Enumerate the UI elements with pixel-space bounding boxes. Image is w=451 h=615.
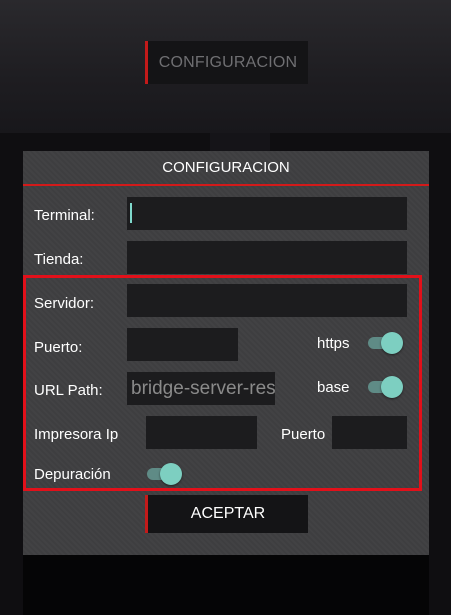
depuracion-toggle-thumb [160, 463, 182, 485]
impresora-puerto-input[interactable] [332, 416, 407, 449]
impresora-puerto-label: Puerto [281, 426, 326, 443]
https-toggle[interactable] [368, 331, 404, 355]
depuracion-toggle[interactable] [147, 462, 183, 486]
url-path-input[interactable]: bridge-server-res [127, 372, 275, 405]
tienda-label: Tienda: [34, 251, 84, 268]
depuracion-label: Depuración [34, 466, 111, 483]
puerto-label: Puerto: [34, 339, 83, 356]
configuracion-button[interactable]: CONFIGURACION [145, 41, 308, 84]
overlay-shadow [210, 133, 270, 153]
text-caret [130, 203, 132, 223]
base-toggle[interactable] [368, 375, 404, 399]
url-path-label: URL Path: [34, 382, 103, 399]
base-label: base [317, 379, 350, 396]
puerto-input[interactable] [127, 328, 238, 361]
terminal-input[interactable] [127, 197, 407, 230]
dialog-title: CONFIGURACION [162, 159, 290, 176]
https-label: https [317, 335, 350, 352]
impresora-ip-label: Impresora Ip [34, 426, 119, 443]
title-divider [23, 184, 429, 186]
base-toggle-thumb [381, 376, 403, 398]
servidor-input[interactable] [127, 284, 407, 317]
tienda-input[interactable] [127, 241, 407, 274]
https-toggle-thumb [381, 332, 403, 354]
url-path-placeholder: bridge-server-res [131, 378, 275, 399]
terminal-label: Terminal: [34, 207, 95, 224]
servidor-label: Servidor: [34, 295, 95, 312]
impresora-ip-input[interactable] [146, 416, 257, 449]
aceptar-button[interactable]: ACEPTAR [145, 495, 308, 533]
dialog-bottom-shadow [23, 555, 429, 615]
